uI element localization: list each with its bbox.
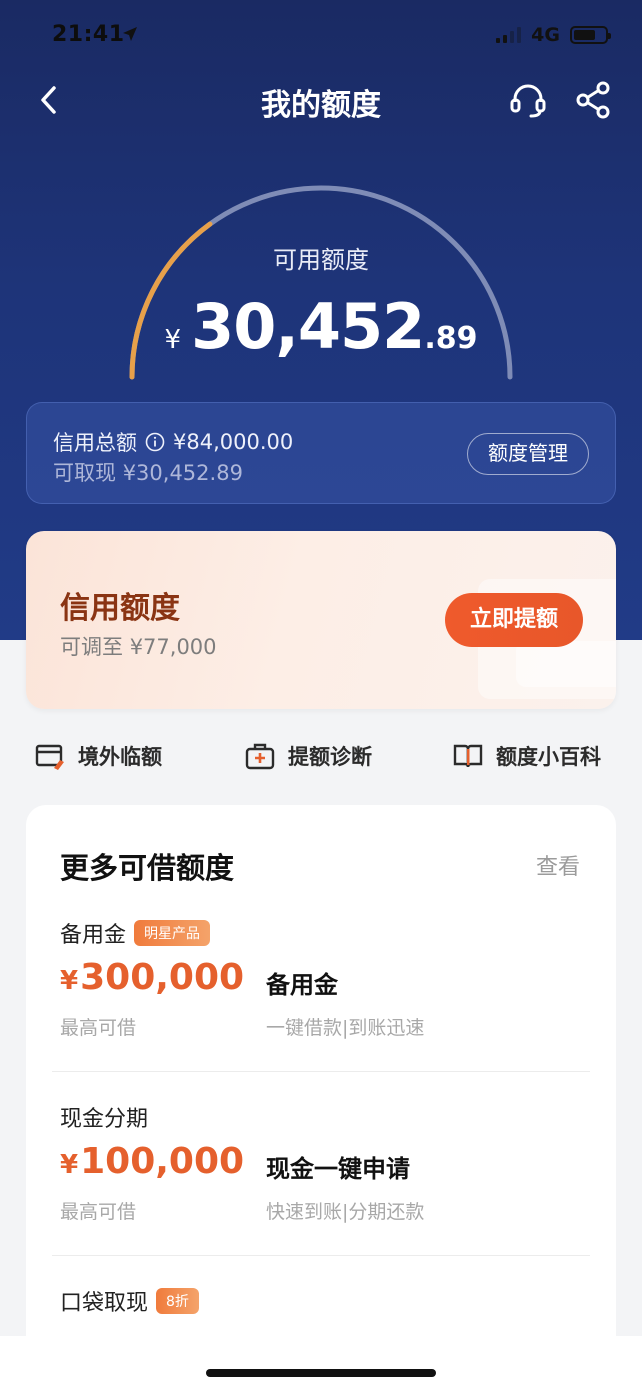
- location-arrow-icon: [123, 27, 137, 41]
- divider: [52, 1071, 590, 1072]
- loan-name: 备用金 明星产品: [60, 917, 211, 949]
- shortcut-limit-wiki[interactable]: 额度小百科: [452, 740, 601, 772]
- loan-headline: 现金一键申请: [266, 1155, 410, 1183]
- nav-bar: 我的额度: [0, 70, 642, 130]
- loan-max-label: 最高可借: [60, 1201, 137, 1223]
- loan-max-label: 最高可借: [60, 1017, 137, 1039]
- available-credit-amount: ¥ 30,452 .89: [0, 290, 642, 363]
- loan-title: 备用金: [60, 923, 127, 948]
- shortcut-row: 境外临额 提额诊断 额度小百科: [0, 734, 642, 780]
- credit-total-card: 信用总额 ¥84,000.00 可取现 ¥30,452.89 额度管理: [26, 402, 616, 504]
- shortcut-label: 境外临额: [78, 745, 162, 769]
- shortcut-label: 提额诊断: [288, 745, 372, 769]
- shortcut-overseas-limit[interactable]: 境外临额: [34, 740, 162, 772]
- view-link[interactable]: 查看: [536, 849, 580, 881]
- card-plane-icon: [35, 744, 64, 770]
- credit-limit-sub: 可调至 ¥77,000: [60, 631, 217, 661]
- section-title: 更多可借额度: [60, 851, 235, 885]
- battery-icon: [570, 26, 611, 44]
- more-borrowable-card: 更多可借额度 查看 备用金 明星产品 ¥300,000 最高可借 备用金 一键借…: [26, 805, 616, 1365]
- home-indicator[interactable]: [206, 1369, 436, 1377]
- divider: [52, 1255, 590, 1256]
- loan-title: 口袋取现: [60, 1291, 149, 1316]
- adjustable-label: 可调至: [60, 635, 123, 659]
- credit-total-label: 信用总额: [53, 431, 137, 455]
- star-product-badge: 明星产品: [134, 920, 211, 946]
- loan-description: 快速到账|分期还款: [266, 1201, 425, 1223]
- medkit-icon: [245, 743, 275, 770]
- book-icon: [453, 744, 483, 768]
- share-icon[interactable]: [574, 80, 614, 120]
- loan-headline: 备用金: [266, 971, 338, 999]
- loan-amount: ¥100,000: [60, 1141, 245, 1182]
- credit-total-value: ¥84,000.00: [173, 430, 294, 454]
- shortcut-label: 额度小百科: [496, 745, 601, 769]
- amount-decimal: .89: [424, 321, 478, 356]
- loan-item-cash-installment[interactable]: 现金分期 ¥100,000 最高可借 现金一键申请 快速到账|分期还款: [60, 1101, 590, 1241]
- loan-name: 现金分期: [60, 1101, 148, 1133]
- network-type: 4G: [531, 24, 560, 46]
- available-credit-label: 可用额度: [273, 246, 369, 274]
- card-decoration: [516, 641, 616, 687]
- loan-name: 口袋取现 8折: [60, 1285, 199, 1317]
- amount-integer: 30,452: [191, 290, 425, 363]
- customer-service-icon[interactable]: [508, 80, 548, 120]
- currency-symbol: ¥: [164, 325, 182, 355]
- loan-description: 一键借款|到账迅速: [266, 1017, 425, 1039]
- adjustable-value: ¥77,000: [129, 635, 217, 659]
- loan-amount-value: 300,000: [80, 957, 245, 998]
- cash-withdraw-line: 可取现 ¥30,452.89: [53, 457, 243, 487]
- loan-title: 现金分期: [60, 1107, 149, 1132]
- raise-limit-button[interactable]: 立即提额: [445, 593, 583, 647]
- credit-manage-button[interactable]: 额度管理: [467, 433, 589, 475]
- cash-label: 可取现: [53, 461, 116, 485]
- credit-total-line: 信用总额 ¥84,000.00: [53, 427, 293, 457]
- bottom-safe-area: [0, 1336, 642, 1389]
- loan-amount-value: 100,000: [80, 1141, 245, 1182]
- discount-badge: 8折: [156, 1288, 199, 1314]
- credit-limit-card: 信用额度 可调至 ¥77,000 立即提额: [26, 531, 616, 709]
- loan-item-reserve[interactable]: 备用金 明星产品 ¥300,000 最高可借 备用金 一键借款|到账迅速: [60, 917, 590, 1057]
- loan-amount: ¥300,000: [60, 957, 245, 998]
- info-icon[interactable]: [145, 432, 165, 452]
- signal-icon: [496, 27, 522, 43]
- credit-limit-title: 信用额度: [60, 591, 180, 626]
- shortcut-limit-diagnosis[interactable]: 提额诊断: [244, 740, 372, 772]
- status-bar: 21:41 4G: [0, 0, 642, 70]
- cash-value: ¥30,452.89: [122, 461, 243, 485]
- status-time: 21:41: [52, 22, 125, 47]
